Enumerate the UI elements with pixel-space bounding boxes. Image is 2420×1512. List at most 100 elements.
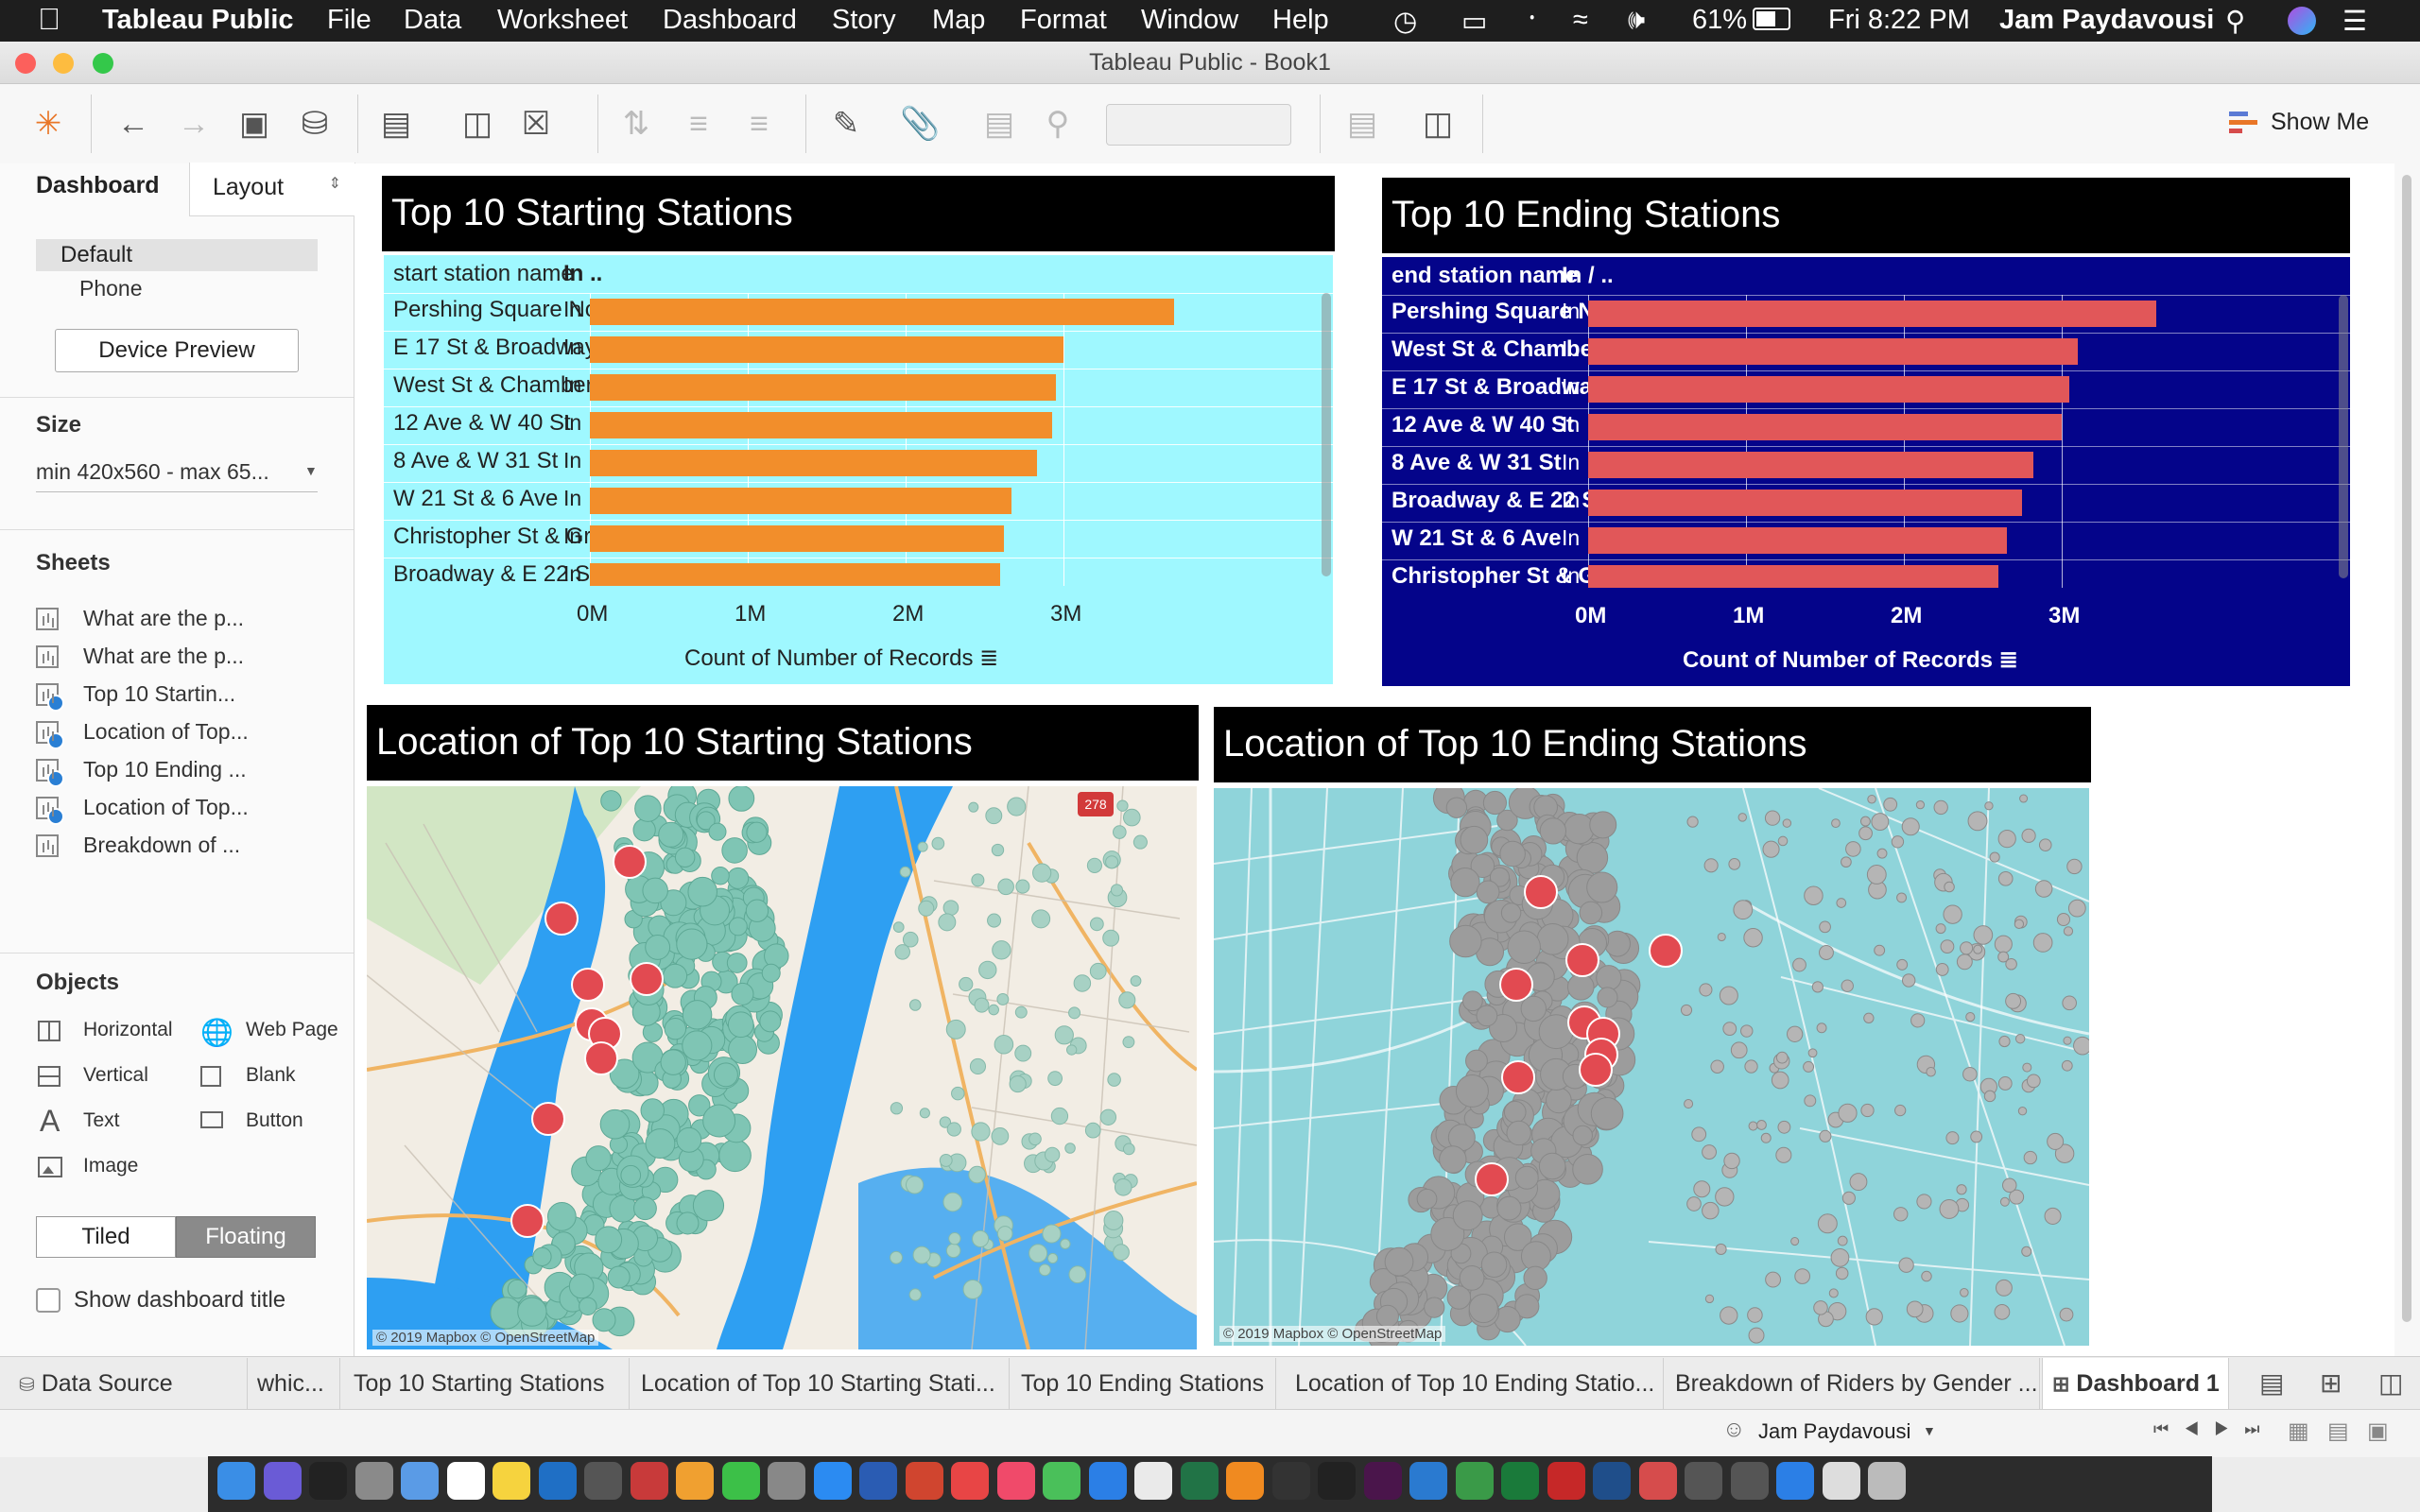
station-marker[interactable] (1841, 1191, 1856, 1205)
end-map[interactable]: © 2019 Mapbox © OpenStreetMap (1214, 788, 2089, 1346)
station-marker[interactable] (1586, 871, 1618, 903)
station-marker[interactable] (1939, 1199, 1960, 1219)
station-marker[interactable] (2023, 1150, 2037, 1165)
station-marker[interactable] (1702, 1201, 1720, 1220)
station-marker[interactable] (1014, 1044, 1032, 1062)
station-marker[interactable] (1935, 963, 1949, 976)
dock-notes-icon[interactable] (493, 1462, 530, 1500)
menu-help[interactable]: Help (1272, 5, 1329, 36)
station-marker[interactable] (1123, 808, 1141, 827)
top-station-marker[interactable] (584, 1041, 618, 1075)
station-marker[interactable] (1050, 1107, 1069, 1125)
menu-window[interactable]: Window (1141, 5, 1238, 36)
station-marker[interactable] (1962, 1066, 1978, 1082)
station-marker[interactable] (1997, 870, 2014, 886)
new-worksheet-tab-icon[interactable]: ▤ (2250, 1358, 2307, 1409)
station-marker[interactable] (1099, 1108, 1117, 1125)
station-marker[interactable] (1764, 810, 1781, 826)
station-marker[interactable] (996, 1226, 1013, 1242)
tab-dashboard[interactable]: Dashboard (36, 172, 160, 199)
station-marker[interactable] (645, 1128, 676, 1160)
station-marker[interactable] (1579, 901, 1603, 925)
station-marker[interactable] (1506, 1120, 1531, 1146)
station-marker[interactable] (2017, 1106, 2028, 1116)
end-chart-scrollbar[interactable] (2339, 295, 2348, 578)
station-marker[interactable] (1997, 829, 2016, 849)
station-marker[interactable] (1722, 1022, 1737, 1037)
status-user[interactable]: Jam Paydavousi (1758, 1419, 1910, 1444)
station-marker[interactable] (978, 960, 997, 980)
station-marker[interactable] (1597, 987, 1618, 1008)
station-marker[interactable] (1014, 1005, 1028, 1019)
station-marker[interactable] (1046, 1252, 1059, 1264)
station-marker[interactable] (1500, 902, 1522, 923)
station-marker[interactable] (1116, 799, 1129, 812)
station-marker[interactable] (1898, 1257, 1914, 1273)
end-chart-bar[interactable] (1588, 376, 2070, 403)
station-marker[interactable] (1465, 1049, 1488, 1073)
canvas-scroll-thumb[interactable] (2402, 175, 2411, 1322)
sheet-item[interactable]: Top 10 Startin... (83, 681, 235, 707)
station-marker[interactable] (1956, 1184, 1967, 1195)
station-marker[interactable] (711, 866, 730, 885)
station-marker[interactable] (1835, 1266, 1849, 1280)
station-marker[interactable] (1514, 1165, 1539, 1190)
notification-center-icon[interactable]: ☰ (2342, 5, 2367, 38)
device-preview-button[interactable]: Device Preview (55, 329, 299, 372)
station-marker[interactable] (1132, 834, 1148, 850)
station-marker[interactable] (1065, 1044, 1078, 1056)
tab-dashboard-1[interactable]: ⊞ Dashboard 1 (2042, 1358, 2229, 1409)
station-marker[interactable] (1086, 857, 1102, 873)
station-marker[interactable] (579, 1297, 597, 1316)
station-marker[interactable] (2059, 1307, 2074, 1322)
show-filmstrip-icon[interactable]: ▦ (2288, 1418, 2309, 1445)
station-marker[interactable] (1482, 790, 1507, 816)
airplay-icon[interactable]: ▭ (1461, 5, 1487, 38)
new-story-tab-icon[interactable]: ◫ (2369, 1358, 2420, 1409)
top-station-marker[interactable] (1524, 875, 1558, 909)
station-marker[interactable] (1893, 1207, 1909, 1222)
station-marker[interactable] (1539, 817, 1566, 845)
station-marker[interactable] (2014, 1034, 2026, 1044)
station-marker[interactable] (600, 790, 622, 812)
station-marker[interactable] (1719, 986, 1738, 1005)
station-marker[interactable] (1686, 816, 1699, 828)
station-marker[interactable] (2063, 926, 2074, 936)
tab-sheet[interactable]: Breakdown of Riders by Gender ... (1666, 1358, 2040, 1409)
dock-books-icon[interactable] (1226, 1462, 1264, 1500)
menu-map[interactable]: Map (932, 5, 985, 36)
station-marker[interactable] (985, 807, 1003, 825)
station-marker[interactable] (1775, 1051, 1789, 1064)
start-chart-bar[interactable] (590, 525, 1004, 552)
user-name[interactable]: Jam Paydavousi (1999, 5, 2214, 36)
tab-sheet[interactable]: Top 10 Starting Stations (344, 1358, 630, 1409)
start-chart-row-label[interactable]: 12 Ave & W 40 St (393, 410, 571, 437)
apple-icon[interactable]:  (38, 2, 60, 37)
dock-launchpad-icon[interactable] (354, 1462, 393, 1500)
station-marker[interactable] (1007, 797, 1027, 816)
station-marker[interactable] (2001, 1177, 2017, 1194)
station-marker[interactable] (1728, 858, 1741, 870)
station-marker[interactable] (1564, 813, 1595, 845)
station-marker[interactable] (1866, 865, 1887, 885)
station-marker[interactable] (1940, 939, 1955, 954)
sort-descending-icon[interactable]: ≡ (739, 104, 779, 144)
station-marker[interactable] (620, 1164, 642, 1186)
station-marker[interactable] (2019, 794, 2029, 803)
station-marker[interactable] (1118, 991, 1136, 1009)
device-phone[interactable]: Phone (79, 276, 143, 301)
station-marker[interactable] (1983, 1090, 1996, 1103)
start-chart-scrollbar[interactable] (1322, 293, 1331, 576)
station-marker[interactable] (1933, 799, 1948, 816)
station-marker[interactable] (708, 822, 727, 841)
sheet-item[interactable]: Location of Top... (83, 719, 249, 745)
user-dropdown-icon[interactable]: ▼ (1923, 1423, 1936, 1438)
sort-ascending-icon[interactable]: ≡ (679, 104, 718, 144)
station-marker[interactable] (1703, 858, 1719, 873)
start-chart-bar[interactable] (590, 374, 1056, 401)
station-marker[interactable] (994, 1034, 1014, 1055)
station-marker[interactable] (507, 1279, 527, 1299)
station-marker[interactable] (1704, 1294, 1715, 1304)
station-marker[interactable] (663, 963, 688, 988)
station-marker[interactable] (1130, 975, 1142, 987)
